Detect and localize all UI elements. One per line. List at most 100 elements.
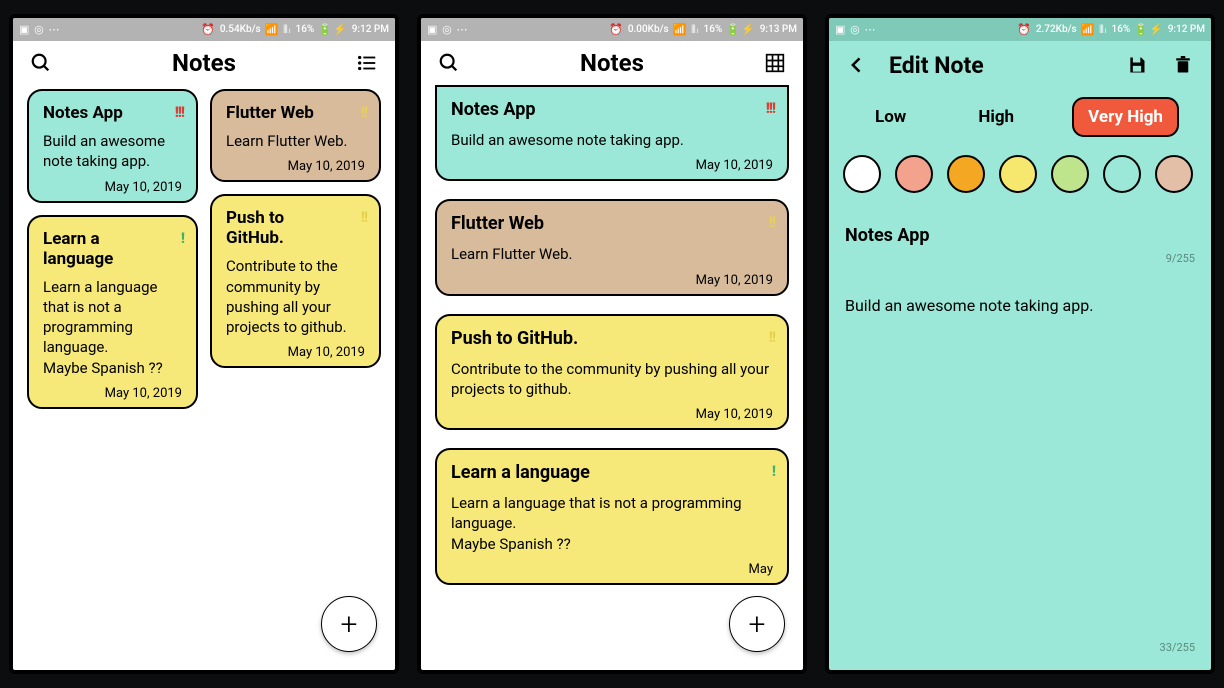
- status-data-rate: 2.72Kb/s: [1036, 24, 1077, 35]
- color-swatch-white[interactable]: [843, 155, 881, 193]
- note-card[interactable]: !! Flutter Web Learn Flutter Web. May 10…: [435, 199, 789, 295]
- status-alarm-icon: ⏰: [609, 23, 624, 36]
- note-card[interactable]: !!! Notes App Build an awesome note taki…: [27, 89, 198, 203]
- note-title: Learn a language: [43, 229, 182, 269]
- priority-mark-icon: !: [181, 229, 184, 247]
- note-date: May 10, 2019: [226, 345, 365, 360]
- status-time: 9:12 PM: [352, 24, 389, 35]
- status-bar: ▣ ◎ ⋯ ⏰ 2.72Kb/s 📶 ⫴ₗ 16% 🔋⚡ 9:12 PM: [829, 18, 1211, 41]
- color-swatch-orange[interactable]: [947, 155, 985, 193]
- color-swatch-green[interactable]: [1051, 155, 1089, 193]
- note-body: Learn a language that is not a programmi…: [43, 277, 182, 378]
- edit-fields: Notes App 9/255 Build an awesome note ta…: [829, 203, 1211, 670]
- title-char-count: 9/255: [845, 252, 1195, 265]
- priority-mark-icon: !: [772, 462, 775, 480]
- color-selector: [829, 145, 1211, 203]
- search-icon[interactable]: [435, 49, 463, 77]
- phone-list-view: ▣ ◎ ⋯ ⏰ 0.00Kb/s 📶 ⫴ₗ 16% 🔋⚡ 9:13 PM Not…: [417, 14, 807, 674]
- list-view-icon[interactable]: [353, 49, 381, 77]
- note-date: May 10, 2019: [226, 159, 365, 174]
- page-title: Edit Note: [889, 52, 1105, 79]
- note-card[interactable]: ! Learn a language Learn a language that…: [435, 448, 789, 585]
- priority-mark-icon: !!: [769, 328, 775, 346]
- color-swatch-yellow[interactable]: [999, 155, 1037, 193]
- note-card[interactable]: !! Flutter Web Learn Flutter Web. May 10…: [210, 89, 381, 182]
- note-card[interactable]: ! Learn a language Learn a language that…: [27, 215, 198, 409]
- note-body: Build an awesome note taking app.: [43, 131, 182, 172]
- priority-selector: Low High Very High: [829, 89, 1211, 145]
- status-battery-pct: 16%: [704, 24, 723, 35]
- status-data-rate: 0.00Kb/s: [628, 24, 669, 35]
- priority-option-low[interactable]: Low: [861, 99, 920, 135]
- app-bar: Notes: [13, 41, 395, 85]
- back-icon[interactable]: [843, 51, 871, 79]
- status-time: 9:12 PM: [1168, 24, 1205, 35]
- grid-view-icon[interactable]: [761, 49, 789, 77]
- status-battery-icon: 🔋⚡: [1134, 23, 1163, 36]
- note-date: May 10, 2019: [43, 386, 182, 401]
- page-title: Notes: [580, 49, 644, 77]
- status-alarm-icon: ⏰: [1017, 23, 1032, 36]
- note-card[interactable]: !! Push to GitHub. Contribute to the com…: [210, 194, 381, 368]
- note-title: Notes App: [43, 103, 182, 123]
- plus-icon: +: [341, 607, 358, 642]
- status-left-icons: ▣ ◎ ⋯: [19, 23, 60, 36]
- status-battery-icon: 🔋⚡: [726, 23, 755, 36]
- status-battery-pct: 16%: [1112, 24, 1131, 35]
- priority-mark-icon: !!!: [766, 99, 775, 117]
- priority-mark-icon: !!!: [175, 103, 184, 121]
- note-body: Learn Flutter Web.: [226, 131, 365, 151]
- priority-option-veryhigh[interactable]: Very High: [1072, 97, 1179, 137]
- note-title-input[interactable]: Notes App: [845, 225, 1195, 246]
- status-signal-icon: 📶 ⫴ₗ: [265, 23, 292, 37]
- color-swatch-tan[interactable]: [1155, 155, 1193, 193]
- status-signal-icon: 📶 ⫴ₗ: [1081, 23, 1108, 37]
- note-body: Build an awesome note taking app.: [451, 130, 773, 150]
- add-note-button[interactable]: +: [729, 596, 785, 652]
- note-body: Learn Flutter Web.: [451, 244, 773, 264]
- status-time: 9:13 PM: [760, 24, 797, 35]
- status-left-icons: ▣ ◎ ⋯: [427, 23, 468, 36]
- status-signal-icon: 📶 ⫴ₗ: [673, 23, 700, 37]
- note-title: Notes App: [451, 99, 773, 120]
- priority-mark-icon: !!: [361, 103, 367, 121]
- status-battery-pct: 16%: [296, 24, 315, 35]
- note-body-input[interactable]: Build an awesome note taking app.: [845, 295, 1195, 317]
- note-card[interactable]: !!! Notes App Build an awesome note taki…: [435, 85, 789, 181]
- delete-icon[interactable]: [1169, 51, 1197, 79]
- status-bar: ▣ ◎ ⋯ ⏰ 0.54Kb/s 📶 ⫴ₗ 16% 🔋⚡ 9:12 PM: [13, 18, 395, 41]
- status-battery-icon: 🔋⚡: [318, 23, 347, 36]
- note-title: Flutter Web: [226, 103, 365, 123]
- page-title: Notes: [172, 49, 236, 77]
- plus-icon: +: [749, 607, 766, 642]
- note-date: May: [451, 562, 773, 577]
- app-bar: Edit Note: [829, 41, 1211, 89]
- note-date: May 10, 2019: [451, 158, 773, 173]
- note-date: May 10, 2019: [43, 180, 182, 195]
- note-body: Contribute to the community by pushing a…: [451, 359, 773, 400]
- status-data-rate: 0.54Kb/s: [220, 24, 261, 35]
- note-title: Learn a language: [451, 462, 773, 483]
- color-swatch-salmon[interactable]: [895, 155, 933, 193]
- note-title: Push to GitHub.: [451, 328, 773, 349]
- note-date: May 10, 2019: [451, 273, 773, 288]
- note-card[interactable]: !! Push to GitHub. Contribute to the com…: [435, 314, 789, 431]
- save-icon[interactable]: [1123, 51, 1151, 79]
- note-title: Flutter Web: [451, 213, 773, 234]
- phone-grid-view: ▣ ◎ ⋯ ⏰ 0.54Kb/s 📶 ⫴ₗ 16% 🔋⚡ 9:12 PM Not…: [9, 14, 399, 674]
- priority-mark-icon: !!: [769, 213, 775, 231]
- app-bar: Notes: [421, 41, 803, 85]
- status-alarm-icon: ⏰: [201, 23, 216, 36]
- phone-edit-view: ▣ ◎ ⋯ ⏰ 2.72Kb/s 📶 ⫴ₗ 16% 🔋⚡ 9:12 PM Edi…: [825, 14, 1215, 674]
- add-note-button[interactable]: +: [321, 596, 377, 652]
- priority-option-high[interactable]: High: [964, 99, 1028, 135]
- content-area: !!! Notes App Build an awesome note taki…: [13, 85, 395, 670]
- note-body: Learn a language that is not a programmi…: [451, 493, 773, 554]
- status-left-icons: ▣ ◎ ⋯: [835, 23, 876, 36]
- note-body: Contribute to the community by pushing a…: [226, 256, 365, 337]
- color-swatch-teal[interactable]: [1103, 155, 1141, 193]
- search-icon[interactable]: [27, 49, 55, 77]
- content-area: !!! Notes App Build an awesome note taki…: [421, 85, 803, 670]
- note-title: Push to GitHub.: [226, 208, 365, 248]
- priority-mark-icon: !!: [361, 208, 367, 226]
